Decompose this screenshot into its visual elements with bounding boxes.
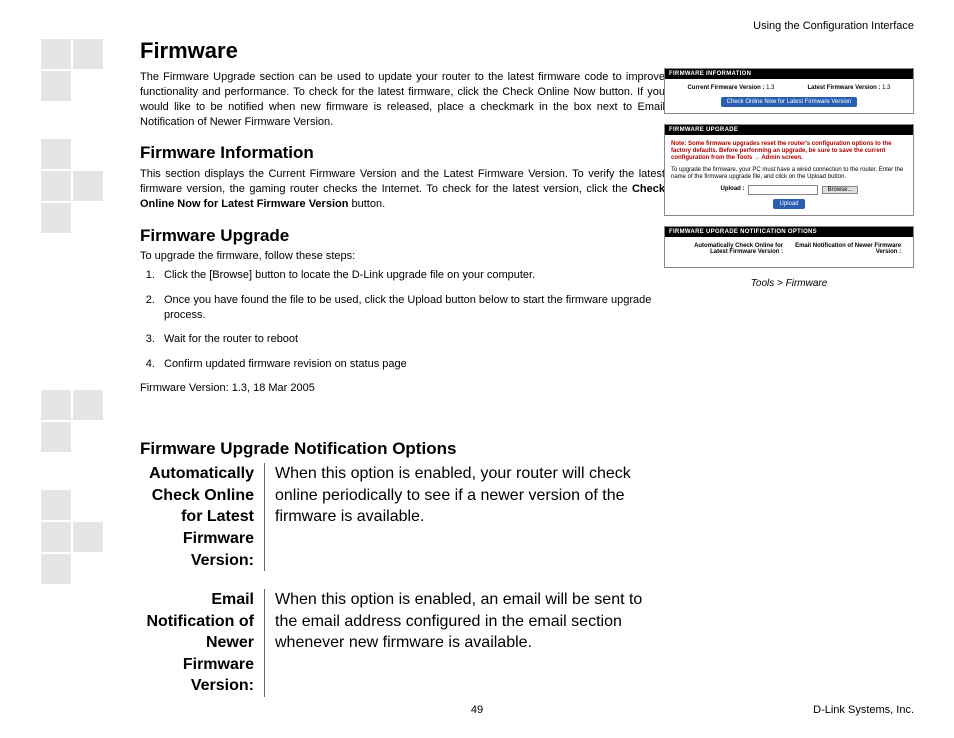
upgrade-note: Note: Some firmware upgrades reset the r… bbox=[671, 141, 907, 163]
panel-header: FIRMWARE UPGRADE bbox=[665, 125, 913, 135]
panel-header: FIRMWARE UPGRADE NOTIFICATION OPTIONS bbox=[665, 227, 913, 237]
current-fw-value: 1.3 bbox=[766, 85, 774, 91]
panel-header: FIRMWARE INFORMATION bbox=[665, 69, 913, 79]
heading-notification-options: Firmware Upgrade Notification Options bbox=[140, 439, 665, 459]
auto-check-label: Automatically Check Online for Latest Fi… bbox=[677, 243, 783, 255]
step-item: Confirm updated firmware revision on sta… bbox=[158, 357, 665, 372]
step-item: Click the [Browse] button to locate the … bbox=[158, 268, 665, 283]
figure-caption: Tools > Firmware bbox=[664, 278, 914, 289]
info-text-pre: This section displays the Current Firmwa… bbox=[140, 168, 665, 195]
heading-firmware-upgrade: Firmware Upgrade bbox=[140, 226, 665, 246]
upgrade-text: To upgrade the firmware, your PC must ha… bbox=[671, 167, 907, 181]
upload-button[interactable]: Upload bbox=[773, 199, 804, 209]
option-row: Email Notification of Newer Firmware Ver… bbox=[140, 589, 665, 697]
option-label: Automatically Check Online for Latest Fi… bbox=[140, 463, 265, 571]
current-fw-label: Current Firmware Version : bbox=[687, 85, 764, 91]
step-item: Wait for the router to reboot bbox=[158, 332, 665, 347]
info-paragraph: This section displays the Current Firmwa… bbox=[140, 167, 665, 212]
panel-firmware-upgrade: FIRMWARE UPGRADE Note: Some firmware upg… bbox=[664, 124, 914, 216]
header-breadcrumb: Using the Configuration Interface bbox=[753, 20, 914, 32]
check-online-button[interactable]: Check Online Now for Latest Firmware Ver… bbox=[721, 97, 858, 107]
page-number: 49 bbox=[0, 704, 954, 716]
email-notify-label: Email Notification of Newer Firmware Ver… bbox=[795, 243, 901, 255]
option-description: When this option is enabled, an email wi… bbox=[265, 589, 665, 697]
option-row: Automatically Check Online for Latest Fi… bbox=[140, 463, 665, 571]
latest-fw-value: 1.3 bbox=[882, 85, 890, 91]
decorative-squares bbox=[40, 38, 130, 585]
panel-firmware-information: FIRMWARE INFORMATION Current Firmware Ve… bbox=[664, 68, 914, 114]
screenshot-figure: FIRMWARE INFORMATION Current Firmware Ve… bbox=[664, 68, 914, 289]
step-item: Once you have found the file to be used,… bbox=[158, 293, 665, 323]
footer-company: D-Link Systems, Inc. bbox=[813, 704, 914, 716]
steps-intro: To upgrade the firmware, follow these st… bbox=[140, 250, 665, 262]
latest-fw-label: Latest Firmware Version : bbox=[807, 85, 880, 91]
page-title: Firmware bbox=[140, 38, 665, 64]
option-description: When this option is enabled, your router… bbox=[265, 463, 665, 571]
browse-button[interactable]: Browse... bbox=[822, 186, 857, 194]
option-label: Email Notification of Newer Firmware Ver… bbox=[140, 589, 265, 697]
info-text-post: button. bbox=[348, 198, 385, 210]
panel-notification-options: FIRMWARE UPGRADE NOTIFICATION OPTIONS Au… bbox=[664, 226, 914, 268]
upgrade-steps: Click the [Browse] button to locate the … bbox=[140, 268, 665, 372]
upload-input[interactable] bbox=[748, 185, 818, 195]
upload-label: Upload : bbox=[720, 186, 744, 193]
intro-paragraph: The Firmware Upgrade section can be used… bbox=[140, 70, 665, 129]
firmware-version-line: Firmware Version: 1.3, 18 Mar 2005 bbox=[140, 382, 665, 394]
heading-firmware-information: Firmware Information bbox=[140, 143, 665, 163]
